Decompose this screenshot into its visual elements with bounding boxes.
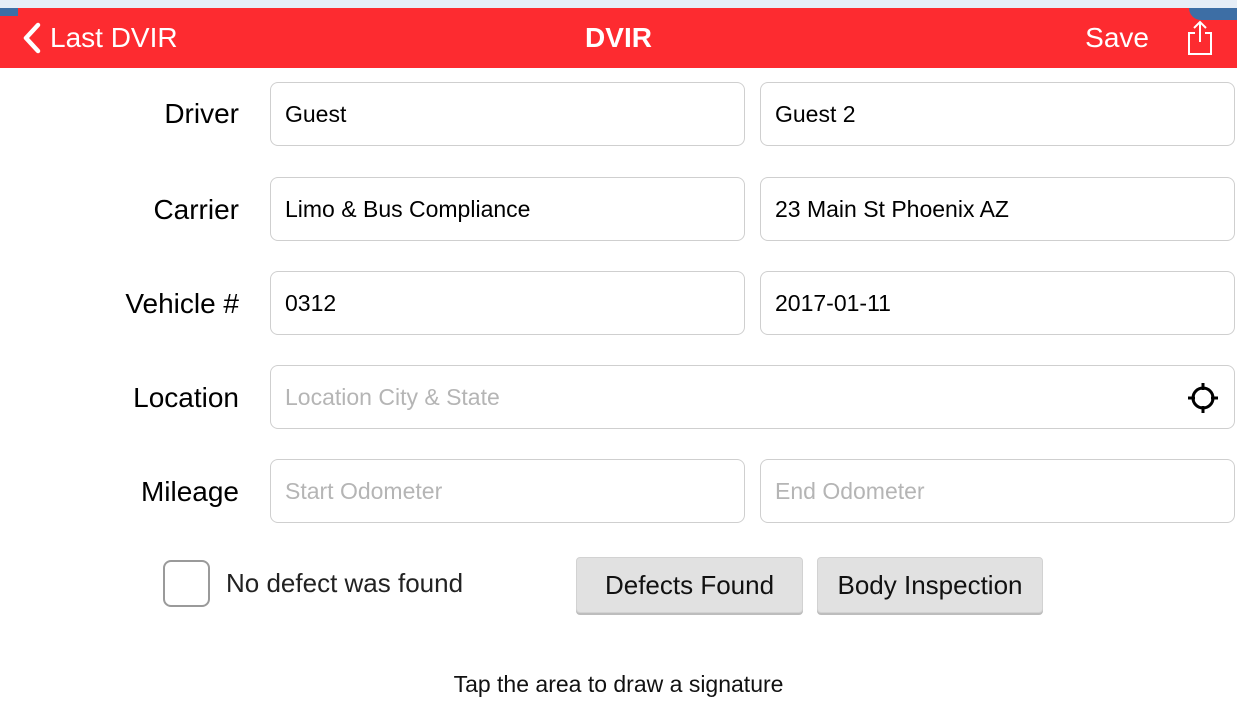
carrier-name-field[interactable] [270,177,745,241]
no-defect-checkbox[interactable] [163,560,210,607]
driver-label: Driver [164,98,239,129]
driver-second-input[interactable] [775,83,1220,145]
carrier-name-input[interactable] [285,178,730,240]
vehicle-date-field[interactable] [760,271,1235,335]
no-defect-label: No defect was found [226,568,464,598]
crosshair-icon [1188,383,1218,413]
driver-first-field[interactable] [270,82,745,146]
defects-found-button[interactable]: Defects Found [576,557,803,613]
share-icon [1188,20,1212,55]
save-button[interactable]: Save [1085,16,1149,60]
share-button[interactable] [1185,20,1215,56]
status-bar-left-edge [0,8,18,16]
carrier-address-input[interactable] [775,178,1220,240]
location-label: Location [133,382,239,413]
signature-hint[interactable]: Tap the area to draw a signature [0,671,1237,698]
status-bar-right-edge [1189,8,1237,20]
navigation-bar: Last DVIR DVIR Save [0,0,1237,68]
driver-second-field[interactable] [760,82,1235,146]
start-odometer-input[interactable] [285,460,730,522]
body-inspection-button[interactable]: Body Inspection [817,557,1043,613]
carrier-address-field[interactable] [760,177,1235,241]
back-button[interactable]: Last DVIR [22,16,178,60]
end-odometer-field[interactable] [760,459,1235,523]
start-odometer-field[interactable] [270,459,745,523]
mileage-label: Mileage [140,476,239,507]
vehicle-label: Vehicle # [125,288,239,319]
carrier-label: Carrier [153,194,239,225]
vehicle-number-input[interactable] [285,272,730,334]
location-field[interactable] [270,365,1235,429]
location-input[interactable] [285,366,1176,428]
vehicle-number-field[interactable] [270,271,745,335]
page-title: DVIR [585,22,652,53]
back-button-label: Last DVIR [50,22,178,53]
driver-first-input[interactable] [285,83,730,145]
end-odometer-input[interactable] [775,460,1220,522]
vehicle-date-input[interactable] [775,272,1220,334]
locate-button[interactable] [1186,381,1220,415]
chevron-left-icon [23,22,41,54]
